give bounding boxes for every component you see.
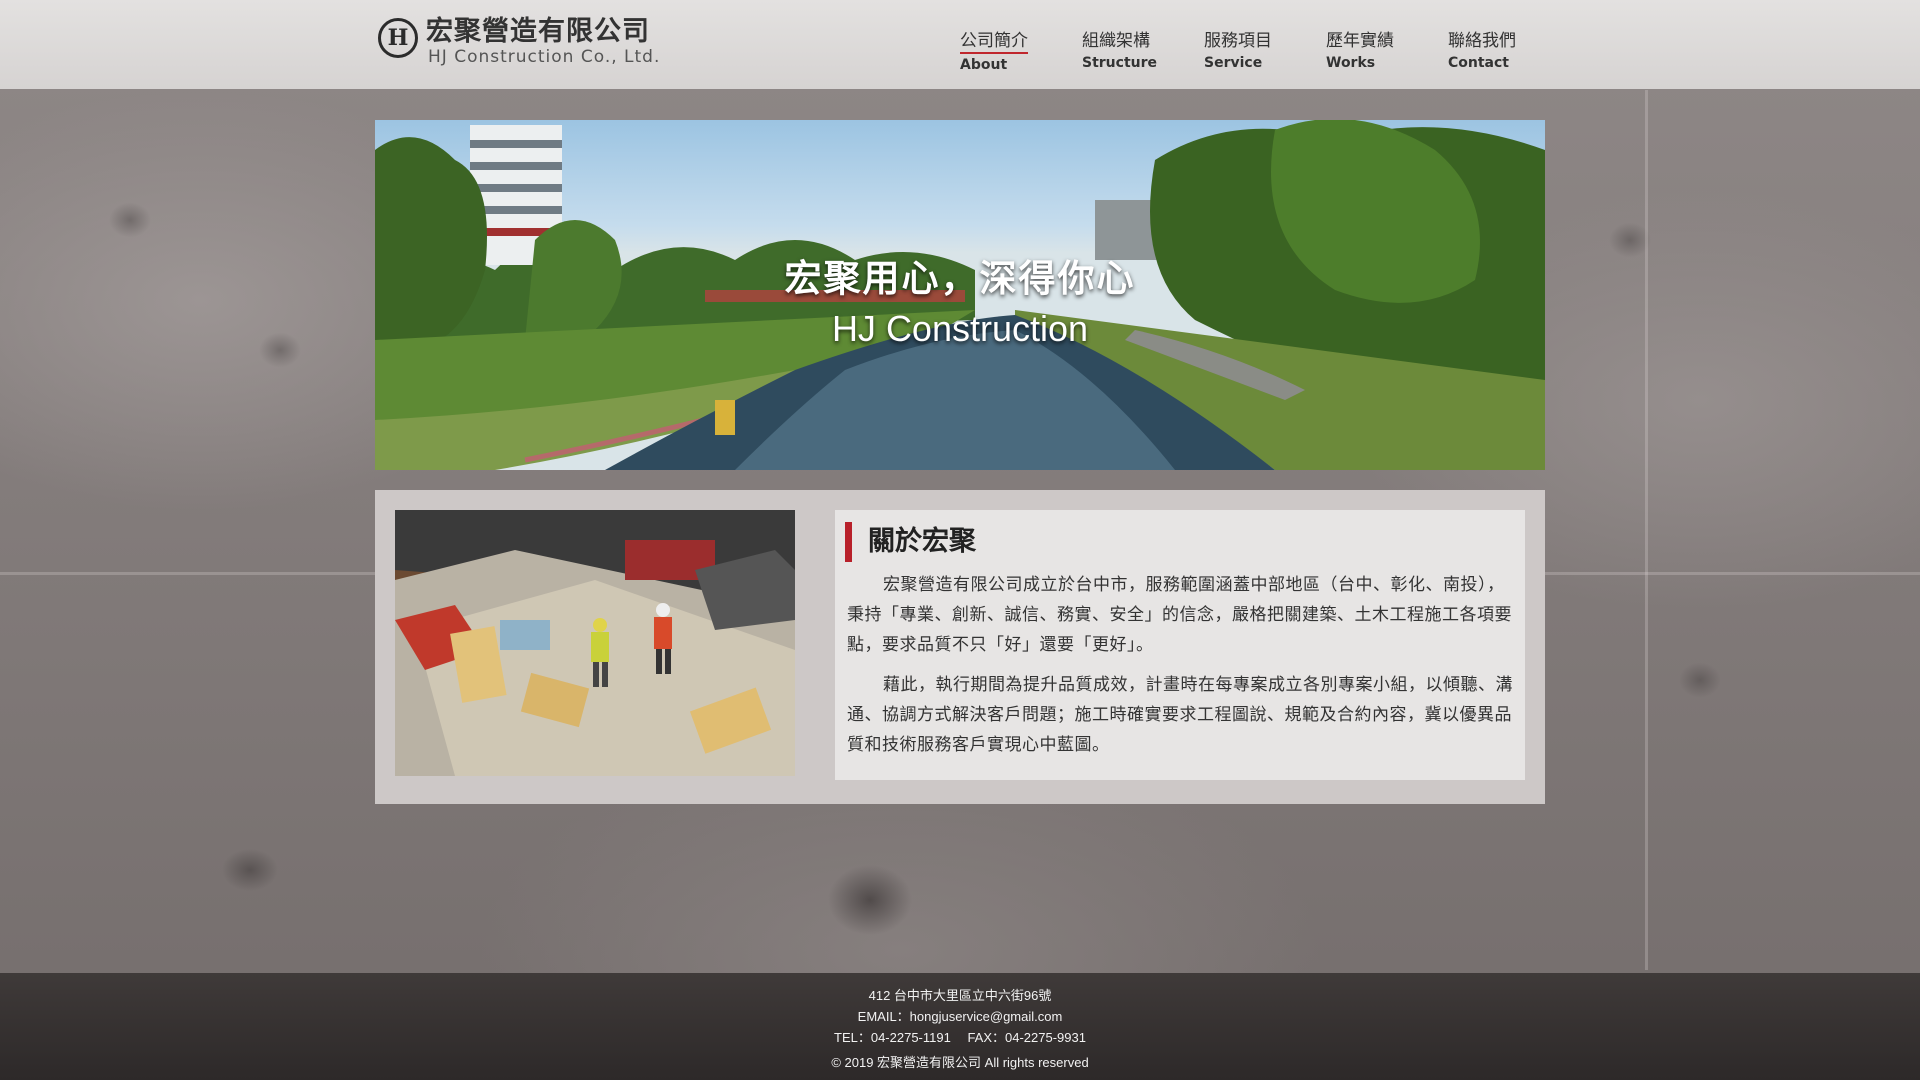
nav-item-structure[interactable]: 組織架構 Structure xyxy=(1082,30,1172,72)
nav-label-en: About xyxy=(960,57,1008,73)
banner-subtitle: HJ Construction xyxy=(831,308,1089,349)
footer-address: 412 台中市大里區立中六街96號 xyxy=(868,988,1052,1003)
nav-label-cn: 組織架構 xyxy=(1082,31,1150,51)
nav-label-en: Structure xyxy=(1082,55,1158,71)
about-heading: 關於宏聚 xyxy=(845,522,976,562)
about-paragraph: 宏聚營造有限公司成立於台中市，服務範圍涵蓋中部地區（台中、彰化、南投），秉持「專… xyxy=(847,575,1512,655)
nav-label-cn: 聯絡我們 xyxy=(1448,31,1516,51)
nav-label-cn: 服務項目 xyxy=(1204,31,1272,51)
site-footer: 412 台中市大里區立中六街96號 EMAIL：hongjuservice@gm… xyxy=(0,973,1920,1080)
wall-seam xyxy=(1645,90,1648,970)
footer-tel-fax: TEL：04-2275-1191 FAX：04-2275-9931 xyxy=(834,1030,1086,1045)
footer-email[interactable]: EMAIL：hongjuservice@gmail.com xyxy=(0,1006,1920,1025)
nav-item-works[interactable]: 歷年實績 Works xyxy=(1326,30,1416,72)
construction-site-image xyxy=(395,510,795,776)
logo-mark-icon: H xyxy=(378,18,418,58)
nav-label-en: Works xyxy=(1326,55,1376,71)
about-text-box: 關於宏聚 宏聚營造有限公司成立於台中市，服務範圍涵蓋中部地區（台中、彰化、南投）… xyxy=(835,510,1525,780)
nav-label-cn: 歷年實績 xyxy=(1326,31,1394,51)
nav-label-en: Contact xyxy=(1448,55,1509,71)
logo-company-name: 宏聚營造有限公司 xyxy=(426,16,650,47)
about-section: 關於宏聚 宏聚營造有限公司成立於台中市，服務範圍涵蓋中部地區（台中、彰化、南投）… xyxy=(375,490,1545,804)
nav-label-en: Service xyxy=(1204,55,1263,71)
about-paragraph: 藉此，執行期間為提升品質成效，計畫時在每專案成立各別專案小組，以傾聽、溝通、協調… xyxy=(847,675,1513,755)
footer-copyright: © 2019 宏聚營造有限公司 All rights reserved xyxy=(831,1055,1089,1070)
logo-company-name-en: HJ Construction Co., Ltd. xyxy=(428,47,661,67)
nav-item-about[interactable]: 公司簡介 About xyxy=(960,30,1050,74)
banner-slogan: 宏聚用心，深得你心 xyxy=(784,257,1136,300)
logo[interactable]: H 宏聚營造有限公司 HJ Construction Co., Ltd. xyxy=(378,16,678,68)
hero-banner: 宏聚用心，深得你心 HJ Construction xyxy=(375,120,1545,470)
nav-label-cn: 公司簡介 xyxy=(960,30,1028,54)
nav-item-service[interactable]: 服務項目 Service xyxy=(1204,30,1294,72)
nav-item-contact[interactable]: 聯絡我們 Contact xyxy=(1448,30,1538,72)
construction-site-photo xyxy=(395,510,795,776)
site-header: H 宏聚營造有限公司 HJ Construction Co., Ltd. 公司簡… xyxy=(0,0,1920,89)
